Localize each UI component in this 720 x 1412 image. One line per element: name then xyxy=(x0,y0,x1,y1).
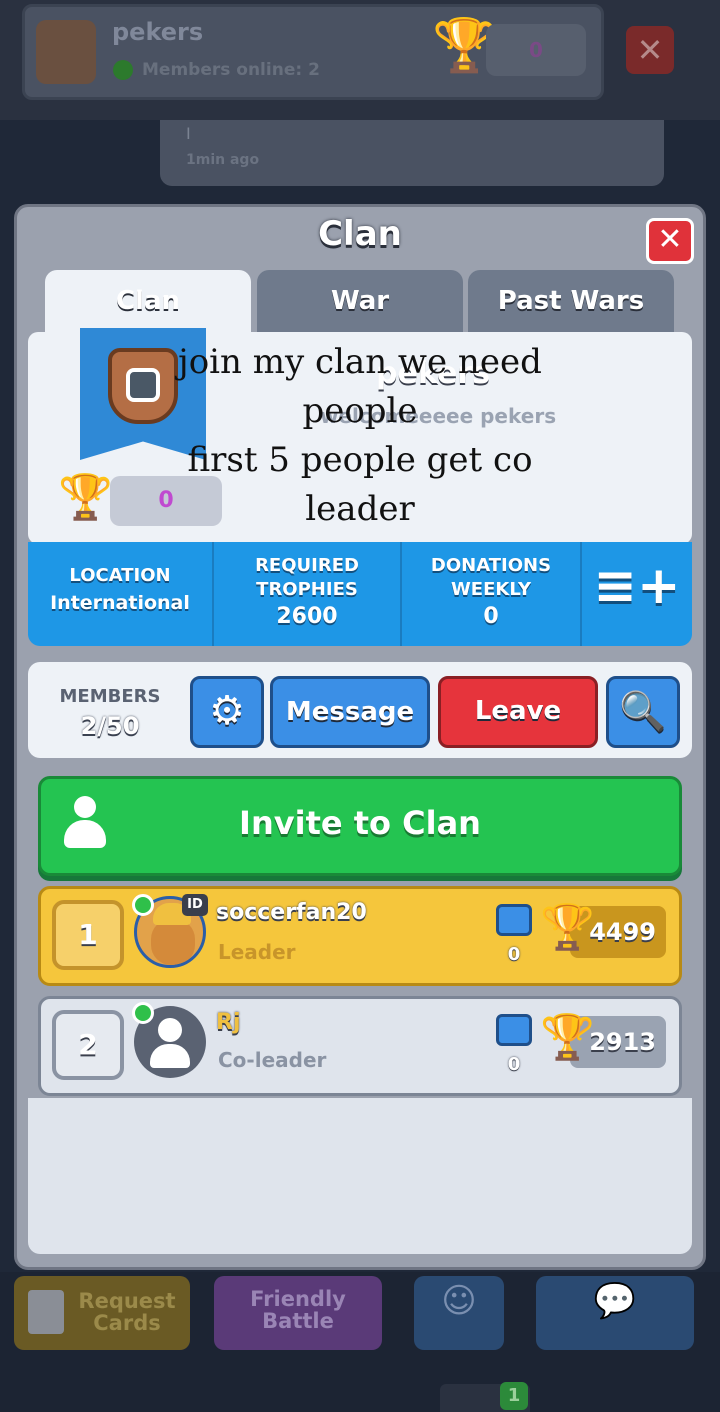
tab-past-wars[interactable]: Past Wars xyxy=(468,270,674,336)
online-status-icon xyxy=(132,1002,154,1024)
message-button[interactable]: Message xyxy=(270,676,430,748)
stat-location: LOCATION International xyxy=(28,542,214,646)
stat-label: REQUIRED xyxy=(255,555,359,576)
clan-stats-bar: LOCATION International REQUIRED TROPHIES… xyxy=(28,542,692,646)
stat-value: International xyxy=(50,592,190,614)
search-icon: 🔍 xyxy=(619,689,667,733)
cards-icon xyxy=(28,1290,64,1334)
members-label: MEMBERS xyxy=(59,686,161,707)
stat-label: DONATIONS xyxy=(430,555,552,576)
smile-chat-icon: ☺ xyxy=(441,1281,477,1321)
background-trophy-count: 0 xyxy=(486,24,586,76)
tab-clan[interactable]: Clan xyxy=(45,270,251,336)
background-close-button[interactable]: ✕ xyxy=(626,26,674,74)
donation-icon xyxy=(496,904,532,936)
friendly-battle-button[interactable]: Friendly Battle xyxy=(214,1276,382,1350)
search-button[interactable]: 🔍 xyxy=(606,676,680,748)
chat-message-time: 1min ago xyxy=(186,152,260,168)
trophy-icon: 🏆 xyxy=(540,902,595,953)
member-donations: 0 xyxy=(507,944,521,965)
chat-button[interactable]: 💬 xyxy=(536,1276,694,1350)
stat-label: LOCATION xyxy=(69,565,171,586)
member-donations: 0 xyxy=(507,1054,521,1075)
stat-label: WEEKLY xyxy=(450,579,532,600)
tab-war[interactable]: War xyxy=(257,270,463,336)
button-label: Friendly xyxy=(250,1287,346,1311)
notification-badge: 1 xyxy=(500,1382,528,1410)
stat-value: 2600 xyxy=(276,604,338,629)
clan-trophy-count: 0 xyxy=(110,476,222,526)
member-name: soccerfan20 xyxy=(216,900,367,925)
online-status-icon xyxy=(113,60,133,80)
trophy-icon: 🏆 xyxy=(540,1012,595,1063)
invite-to-clan-label[interactable]: Invite to Clan xyxy=(0,804,720,842)
chat-message-text: I xyxy=(186,124,191,143)
member-name: Rj xyxy=(216,1010,241,1035)
member-rank: 2 xyxy=(52,1010,124,1080)
leave-button[interactable]: Leave xyxy=(438,676,598,748)
member-list-empty-area xyxy=(28,1098,692,1254)
modal-title: Clan xyxy=(318,214,402,254)
member-rank: 1 xyxy=(52,900,124,970)
id-badge: ID xyxy=(182,894,208,916)
donation-icon xyxy=(496,1014,532,1046)
gear-icon: ⚙ xyxy=(209,688,245,734)
list-add-icon[interactable]: ≡+ xyxy=(582,542,692,646)
background-clan-name: pekers xyxy=(112,18,204,46)
clan-trophy-icon: 🏆 xyxy=(58,472,113,523)
clan-badge-icon xyxy=(36,20,96,84)
close-button[interactable]: ✕ xyxy=(646,218,694,264)
overlay-line: people xyxy=(302,391,418,431)
settings-button[interactable]: ⚙ xyxy=(190,676,264,748)
members-count: 2/50 xyxy=(80,712,140,740)
button-label: Battle xyxy=(262,1309,334,1333)
chat-bubble-icon: 💬 xyxy=(593,1281,637,1321)
overlay-line: join my clan we need xyxy=(178,342,542,382)
stat-required-trophies: REQUIRED TROPHIES 2600 xyxy=(214,542,402,646)
member-role: Leader xyxy=(218,940,296,964)
member-role: Co-leader xyxy=(218,1048,327,1072)
stat-donations-weekly: DONATIONS WEEKLY 0 xyxy=(402,542,582,646)
members-online-text: Members online: 2 xyxy=(142,60,320,80)
stat-value: 0 xyxy=(483,604,499,629)
emote-button[interactable]: ☺ xyxy=(414,1276,504,1350)
online-status-icon xyxy=(132,894,154,916)
stat-label: TROPHIES xyxy=(256,579,358,600)
